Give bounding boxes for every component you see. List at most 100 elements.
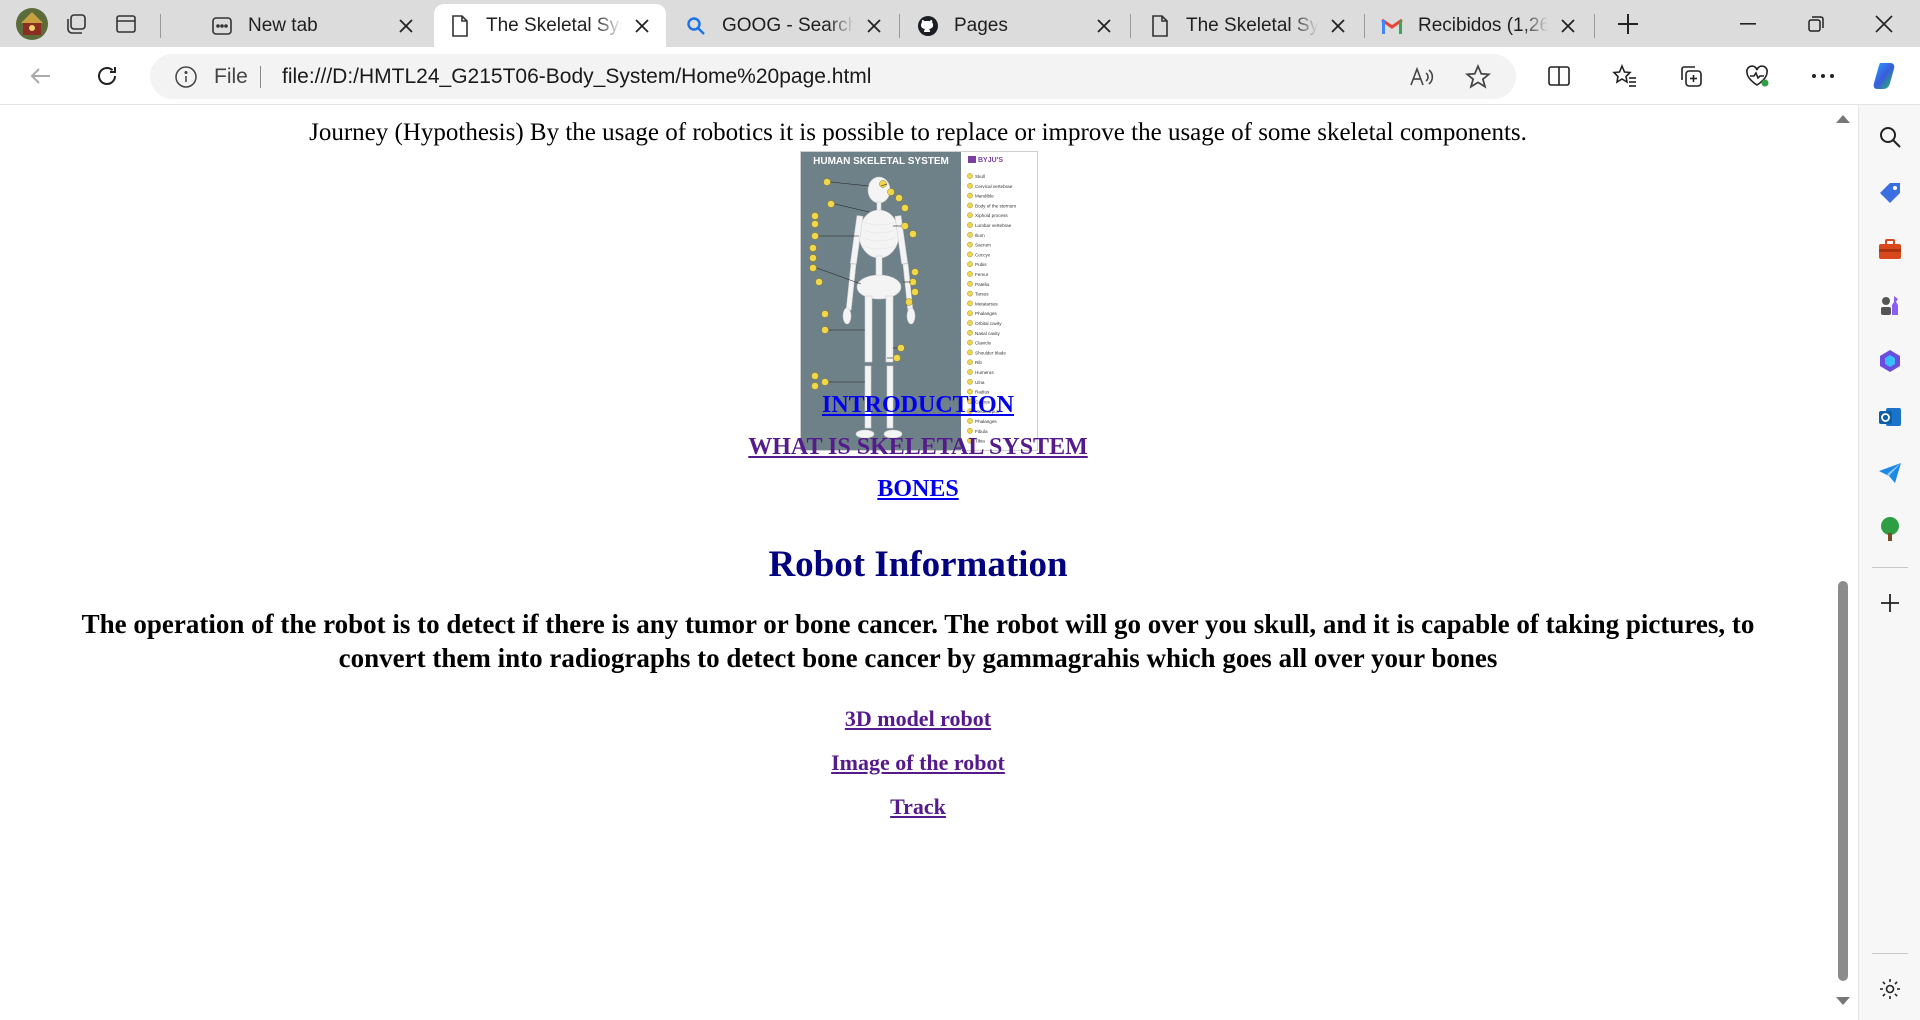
- legend-item: Patella: [975, 282, 989, 287]
- browser-toolbar: File file:///D:/HMTL24_G215T06-Body_Syst…: [0, 47, 1920, 105]
- nav-link-what-is-skeletal-system[interactable]: WHAT IS SKELETAL SYSTEM: [0, 434, 1836, 461]
- close-icon[interactable]: [628, 12, 656, 40]
- tab-strip: New tab The Skeletal System GOOG - Searc…: [0, 0, 1920, 47]
- scroll-up-arrow[interactable]: [1836, 115, 1850, 123]
- workspaces-icon[interactable]: [58, 6, 94, 42]
- tab-pages[interactable]: Pages: [902, 4, 1128, 47]
- tools-briefcase-icon[interactable]: [1872, 231, 1908, 267]
- nav-link-track[interactable]: Track: [0, 794, 1836, 820]
- legend-item: Humerus: [975, 370, 994, 375]
- sidebar-divider: [1872, 567, 1908, 568]
- legend-marker: [967, 339, 973, 346]
- edge-sidebar: [1858, 105, 1920, 1020]
- legend-item: Sacrum: [975, 243, 991, 248]
- legend-marker: [967, 261, 973, 267]
- tab-skeletal-system-active[interactable]: The Skeletal System: [434, 4, 666, 47]
- document-icon: [1148, 14, 1172, 38]
- collections-icon[interactable]: [1670, 55, 1712, 97]
- legend-item: Femur: [975, 272, 989, 277]
- restore-button[interactable]: [1784, 0, 1848, 47]
- new-tab-icon: [210, 14, 234, 38]
- address-divider: [260, 66, 261, 88]
- search-icon: [684, 14, 708, 38]
- add-plus-icon[interactable]: [1872, 585, 1908, 621]
- browser-essentials-icon[interactable]: [1736, 55, 1778, 97]
- back-button[interactable]: [20, 55, 62, 97]
- favorite-star-icon[interactable]: [1464, 63, 1492, 91]
- link-introduction[interactable]: INTRODUCTION: [822, 392, 1014, 418]
- tab-goog-search[interactable]: GOOG - Search: [670, 4, 898, 47]
- close-icon[interactable]: [1324, 12, 1352, 40]
- close-icon[interactable]: [1554, 12, 1582, 40]
- scroll-thumb[interactable]: [1838, 581, 1848, 981]
- search-icon[interactable]: [1872, 119, 1908, 155]
- link-image-of-robot[interactable]: Image of the robot: [831, 750, 1005, 775]
- legend-item: Phalanges: [975, 311, 997, 316]
- tab-title: GOOG - Search: [722, 14, 854, 36]
- link-bones[interactable]: BONES: [877, 476, 958, 502]
- page-content: Journey (Hypothesis) By the usage of rob…: [0, 105, 1836, 1020]
- microsoft-365-icon[interactable]: [1872, 343, 1908, 379]
- legend-marker: [967, 222, 973, 228]
- settings-gear-icon[interactable]: [1872, 971, 1908, 1007]
- copilot-icon[interactable]: [1866, 55, 1908, 97]
- window-close-button[interactable]: [1852, 0, 1916, 47]
- link-track[interactable]: Track: [890, 794, 946, 819]
- refresh-button[interactable]: [86, 55, 128, 97]
- page-scrollbar[interactable]: [1832, 105, 1854, 1015]
- legend-item: Mandible: [975, 194, 994, 199]
- legend-item: Phalanges: [975, 419, 997, 424]
- tab-gmail[interactable]: Recibidos (1,263): [1366, 4, 1592, 47]
- github-icon: [916, 14, 940, 38]
- legend-marker: [967, 232, 973, 238]
- legend-item: Rib: [975, 360, 982, 365]
- nav-link-3d-model-robot[interactable]: 3D model robot: [0, 706, 1836, 732]
- legend-item: Shoulder blade: [975, 350, 1006, 355]
- legend-item: Pubis: [975, 262, 987, 267]
- address-bar[interactable]: File file:///D:/HMTL24_G215T06-Body_Syst…: [150, 54, 1516, 99]
- info-icon[interactable]: [174, 65, 198, 89]
- scroll-down-arrow[interactable]: [1836, 997, 1850, 1005]
- legend-marker: [967, 280, 973, 287]
- outlook-icon[interactable]: [1872, 399, 1908, 435]
- legend-item: Ilium: [975, 233, 985, 238]
- legend-marker: [967, 418, 973, 424]
- legend-item: Clavicle: [975, 341, 992, 346]
- nav-link-image-of-robot[interactable]: Image of the robot: [0, 750, 1836, 776]
- close-icon[interactable]: [860, 12, 888, 40]
- read-aloud-icon[interactable]: [1408, 63, 1436, 91]
- new-tab-plus-icon[interactable]: [1610, 6, 1646, 42]
- legend-item: Xiphoid process: [975, 213, 1008, 218]
- tab-skeletal-system[interactable]: The Skeletal System: [1134, 4, 1362, 47]
- tab-title: New tab: [248, 14, 318, 36]
- robot-description: The operation of the robot is to detect …: [81, 609, 1755, 673]
- legend-item: Skull: [975, 174, 985, 179]
- link-3d-model-robot[interactable]: 3D model robot: [845, 706, 991, 731]
- nav-link-introduction[interactable]: INTRODUCTION: [0, 392, 1836, 419]
- link-what-is-skeletal-system[interactable]: WHAT IS SKELETAL SYSTEM: [748, 434, 1087, 460]
- legend-marker: [967, 427, 973, 434]
- tree-icon[interactable]: [1872, 511, 1908, 547]
- vertical-tabs-icon[interactable]: [108, 6, 144, 42]
- legend-marker: [967, 378, 973, 385]
- games-chess-icon[interactable]: [1872, 287, 1908, 323]
- legend-item: Metatarsus: [975, 301, 998, 306]
- close-icon[interactable]: [1090, 12, 1118, 40]
- minimize-button[interactable]: [1716, 0, 1780, 47]
- nav-link-bones[interactable]: BONES: [0, 476, 1836, 503]
- send-telegram-icon[interactable]: [1872, 455, 1908, 491]
- legend-marker: [967, 271, 973, 277]
- profile-avatar[interactable]: [14, 6, 50, 42]
- legend-marker: [967, 251, 973, 258]
- shopping-tag-icon[interactable]: [1872, 175, 1908, 211]
- close-icon[interactable]: [392, 12, 420, 40]
- legend-item: Ulna: [975, 380, 985, 385]
- legend-marker: [967, 182, 973, 189]
- hypothesis-text: Journey (Hypothesis) By the usage of rob…: [309, 119, 1527, 146]
- tab-new-tab[interactable]: New tab: [196, 4, 430, 47]
- favorites-icon[interactable]: [1604, 55, 1646, 97]
- split-screen-icon[interactable]: [1538, 55, 1580, 97]
- legend-marker: [967, 310, 973, 316]
- url-text[interactable]: file:///D:/HMTL24_G215T06-Body_System/Ho…: [282, 65, 871, 89]
- more-menu-icon[interactable]: [1802, 55, 1844, 97]
